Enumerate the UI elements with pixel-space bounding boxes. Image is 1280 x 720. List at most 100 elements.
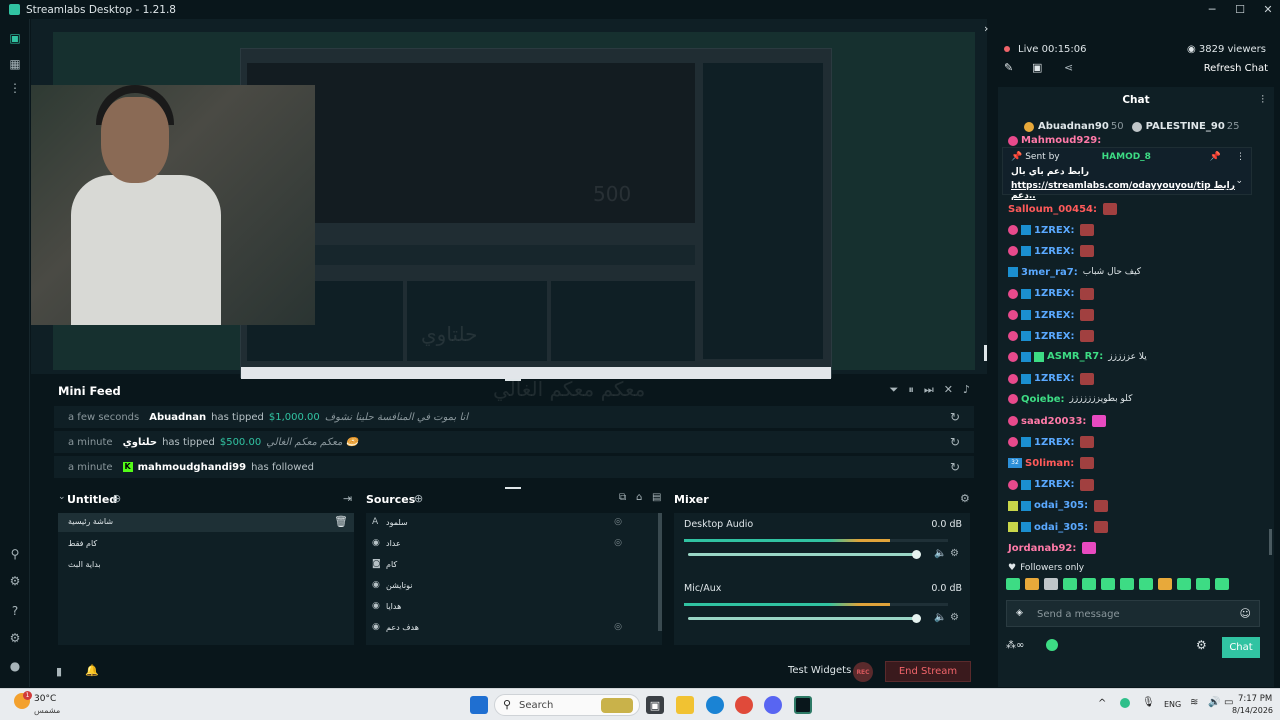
chat-scrollbar[interactable] [1269,529,1272,555]
volume-slider-knob[interactable] [912,614,921,623]
microphone-icon[interactable]: 🎙 [1142,697,1155,708]
chat-username[interactable]: ASMR_R7: [1047,351,1103,362]
chat-username[interactable]: 1ZREX: [1034,225,1074,236]
edit-stream-info-icon[interactable]: ✎ [1004,61,1013,74]
channel-settings-icon[interactable]: ⚙ [950,612,959,623]
chat-username[interactable]: odai_305: [1034,500,1088,511]
chat-settings-shield-icon[interactable]: ◈ [1016,608,1023,618]
add-scene-icon[interactable]: ⊕ [112,492,121,505]
chat-username[interactable]: 1ZREX: [1034,288,1074,299]
volume-slider[interactable] [688,614,921,623]
clock-date[interactable]: 8/14/2026 [1232,706,1273,715]
emote-icon[interactable] [1120,578,1134,590]
chat-username[interactable]: 1ZREX: [1034,437,1074,448]
volume-icon[interactable]: ♪ [963,383,970,397]
scene-item[interactable]: بداية البث [68,560,101,569]
source-item[interactable]: ◙ كام [366,559,646,573]
help-icon[interactable]: ? [8,604,22,618]
repeat-alert-icon[interactable]: ↻ [950,460,960,474]
source-item[interactable]: ◉ نوتايشن [366,580,646,594]
tray-app-icon[interactable] [1120,698,1130,708]
visibility-icon[interactable]: ◎ [614,517,622,527]
source-item[interactable]: ◉ هدف دعم ◎ [366,622,646,636]
repeat-alert-icon[interactable]: ↻ [950,435,960,449]
streamlabs-taskbar-icon[interactable] [794,696,812,714]
collapse-chat-chevron-icon[interactable]: › [984,22,988,35]
chat-username[interactable]: 3mer_ra7: [1021,267,1078,278]
chat-username[interactable]: odai_305: [1034,522,1088,533]
layout-icon[interactable]: ⚙ [8,574,22,588]
emote-icon[interactable] [1158,578,1172,590]
folder-add-icon[interactable]: ⌂ [636,492,642,503]
chat-username[interactable]: 1ZREX: [1034,479,1074,490]
scene-transition-icon[interactable]: ⇥ [343,492,352,505]
pinned-menu-icon[interactable]: ⋮ [1236,152,1245,162]
minimize-icon[interactable]: ─ [1200,0,1224,19]
wifi-icon[interactable]: ≋ [1190,697,1198,708]
editor-icon[interactable]: ▣ [8,31,22,45]
emote-icon[interactable] [1025,578,1039,590]
source-item[interactable]: A سلمود ◎ [366,517,646,531]
scene-collection-title[interactable]: Untitled [67,493,117,506]
chat-username[interactable]: Mahmoud929: [1021,135,1101,146]
scene-collection-chevron-icon[interactable]: ⌄ [58,492,66,502]
test-widgets-button[interactable]: Test Widgets [788,665,851,676]
emote-icon[interactable] [1215,578,1229,590]
chat-username[interactable]: Jordanab92: [1008,543,1076,554]
emote-icon[interactable] [1196,578,1210,590]
edge-icon[interactable] [706,696,724,714]
emote-icon[interactable] [1006,578,1020,590]
emote-icon[interactable] [1101,578,1115,590]
resize-handle[interactable] [984,345,987,361]
chat-username[interactable]: 1ZREX: [1034,373,1074,384]
performance-icon[interactable]: ▮ [56,665,62,678]
language-indicator[interactable]: ENG [1164,700,1181,709]
channel-points-icon[interactable]: ⁂∞ [1006,640,1024,651]
profile-icon[interactable]: ● [8,659,22,673]
end-stream-button[interactable]: End Stream [885,661,971,682]
skip-icon[interactable]: ⏭ [924,383,934,397]
discord-icon[interactable] [764,696,782,714]
delete-scene-icon[interactable]: 🗑 [334,515,348,528]
unpin-icon[interactable]: 📌 [1210,152,1221,162]
record-button[interactable]: REC [853,662,873,682]
task-view-icon[interactable]: ▣ [646,696,664,714]
chat-settings-icon[interactable]: ⚙ [1196,638,1207,652]
weather-temp[interactable]: 30°C [34,694,56,704]
expand-pinned-icon[interactable]: ⌄ [1235,176,1243,186]
emoji-picker-icon[interactable]: ☺ [1240,607,1251,620]
mute-icon[interactable]: 🔈 [934,612,946,623]
visibility-icon[interactable]: ◎ [614,538,622,548]
folder-icon[interactable]: ▤ [652,492,661,503]
notifications-icon[interactable]: 🔔 [85,664,99,677]
hype-icon[interactable] [1046,639,1058,651]
scene-item[interactable]: شاشة رئيسية 🗑 [58,513,354,532]
chrome-icon[interactable] [735,696,753,714]
emote-icon[interactable] [1139,578,1153,590]
clock-time[interactable]: 7:17 PM [1238,694,1272,704]
channel-settings-icon[interactable]: ⚙ [950,548,959,559]
maximize-icon[interactable]: ☐ [1228,0,1252,19]
link-icon[interactable]: ⚲ [8,547,22,561]
file-explorer-icon[interactable] [676,696,694,714]
mute-icon[interactable]: 🔈 [934,548,946,559]
settings-icon[interactable]: ⚙ [8,631,22,645]
speaker-icon[interactable]: 🔊 [1208,697,1220,708]
chat-username[interactable]: Salloum_00454: [1008,204,1097,215]
close-icon[interactable]: ✕ [1256,0,1280,19]
share-icon[interactable]: ⋖ [1064,61,1073,74]
grid-icon[interactable]: ▦ [8,57,22,71]
repeat-alert-icon[interactable]: ↻ [950,410,960,424]
sources-scrollbar[interactable] [658,513,662,631]
chat-input[interactable]: ◈ Send a message ☺ [1006,600,1260,627]
filter-icon[interactable]: ⏷ [890,383,899,397]
volume-slider-knob[interactable] [912,550,921,559]
chat-users-icon[interactable]: ⫶ [1261,93,1264,107]
source-item[interactable]: ◉ هدايا [366,601,646,615]
dots-icon[interactable]: ⋮ [8,81,22,95]
docks-drag-handle[interactable] [505,487,521,489]
emote-icon[interactable] [1063,578,1077,590]
start-icon[interactable] [470,696,488,714]
chat-username[interactable]: Qoiebe: [1021,394,1065,405]
chat-username[interactable]: 1ZREX: [1034,246,1074,257]
